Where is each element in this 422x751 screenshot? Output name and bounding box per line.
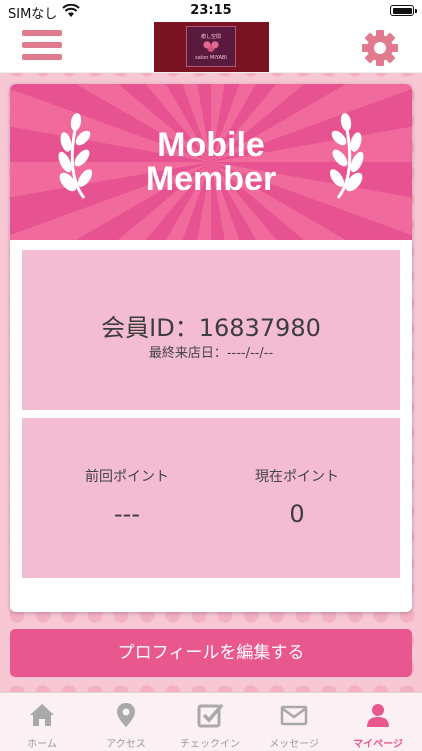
- tab-checkin-label: チェックイン: [180, 739, 240, 750]
- previous-points-label: 前回ポイント: [85, 469, 169, 485]
- mail-icon: [280, 705, 308, 726]
- previous-points-value: ---: [114, 500, 140, 528]
- member-id: 会員ID：16837980: [101, 314, 321, 342]
- checkin-icon: [197, 703, 224, 728]
- logo-text-bottom: salon MIYABI: [195, 55, 227, 61]
- tab-mypage[interactable]: マイページ: [336, 693, 420, 751]
- menu-bar-icon: [22, 42, 62, 48]
- status-bar: SIMなし 23:15: [0, 0, 422, 22]
- shop-logo: 癒し空間 salon MIYABI: [154, 22, 269, 72]
- tab-mypage-label: マイページ: [353, 739, 403, 750]
- map-pin-icon: [117, 703, 135, 727]
- previous-points: 前回ポイント ---: [42, 466, 212, 528]
- mobile-member-banner: Mobile Member: [10, 84, 412, 240]
- logo-flower-icon: [201, 40, 221, 52]
- tab-home-label: ホーム: [27, 739, 57, 750]
- logo-emblem: 癒し空間 salon MIYABI: [186, 26, 236, 67]
- tab-checkin[interactable]: チェックイン: [168, 693, 252, 751]
- current-points: 現在ポイント 0: [212, 466, 382, 528]
- menu-bar-icon: [22, 30, 62, 36]
- gear-icon[interactable]: [360, 28, 400, 68]
- tab-access-label: アクセス: [106, 739, 146, 750]
- tab-access[interactable]: アクセス: [84, 693, 168, 751]
- tab-messages-label: メッセージ: [269, 739, 319, 750]
- last-visit-date: 最終来店日：----/--/--: [148, 346, 274, 361]
- current-points-label: 現在ポイント: [255, 469, 339, 485]
- bottom-tab-bar: ホーム アクセス チェックイン メッセージ マイページ: [0, 692, 422, 751]
- current-points-value: 0: [289, 500, 305, 528]
- home-icon: [30, 704, 54, 726]
- menu-bar-icon: [22, 54, 62, 60]
- app-header: 癒し空間 salon MIYABI: [0, 22, 422, 73]
- points-panel: 前回ポイント --- 現在ポイント 0: [22, 418, 400, 578]
- laurel-right-icon: [329, 113, 364, 199]
- member-id-panel: 会員ID：16837980 最終来店日：----/--/--: [22, 250, 400, 410]
- logo-text-top: 癒し空間: [200, 34, 221, 40]
- tab-messages[interactable]: メッセージ: [252, 693, 336, 751]
- hamburger-menu-button[interactable]: [22, 30, 62, 64]
- edit-profile-button[interactable]: プロフィールを編集する: [10, 629, 412, 677]
- user-icon: [367, 704, 389, 727]
- membership-card: Mobile Member 会員ID：16837980 最終来店日：----/-…: [10, 84, 412, 612]
- battery-icon: [390, 5, 417, 16]
- status-time: 23:15: [190, 3, 232, 18]
- tab-home[interactable]: ホーム: [0, 693, 84, 751]
